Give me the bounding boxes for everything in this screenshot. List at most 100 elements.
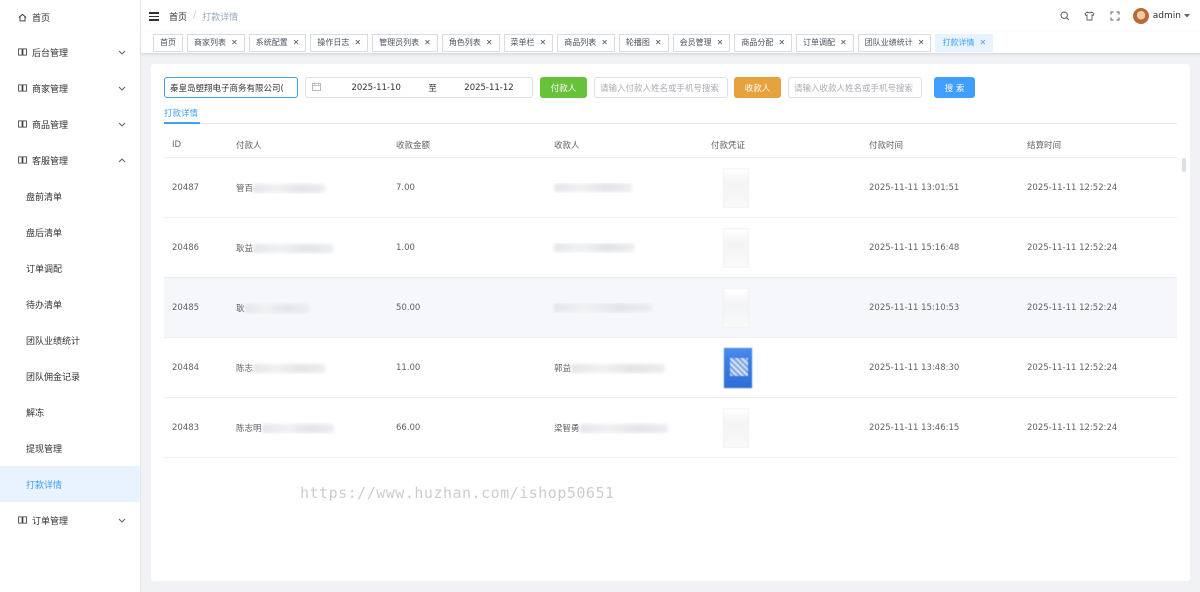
cell-id: 20483 — [164, 423, 228, 433]
cell-id-text: 20484 — [172, 362, 200, 373]
tab-12[interactable]: 团队业绩统计 ✕ — [857, 33, 932, 52]
close-icon[interactable]: ✕ — [979, 38, 986, 47]
tab-0[interactable]: 首页 — [153, 33, 183, 52]
tab-7[interactable]: 商品列表 ✕ — [557, 33, 615, 52]
tab-5[interactable]: 角色列表 ✕ — [441, 33, 500, 52]
tab-11[interactable]: 订单调配 ✕ — [796, 33, 854, 52]
tab-13[interactable]: 打款详情 ✕ — [935, 33, 994, 52]
close-icon[interactable]: ✕ — [778, 38, 785, 47]
chevron-down-icon — [118, 516, 126, 525]
tab-8[interactable]: 轮播图 ✕ — [618, 33, 669, 52]
voucher-image[interactable] — [723, 346, 753, 389]
sidebar-subitem-order-dispatch[interactable]: 订单调配 — [0, 250, 140, 286]
sidebar-item-label: 客服管理 — [32, 156, 69, 167]
cell-amount: 7.00 — [388, 183, 546, 193]
tab-label: 操作日志 — [317, 38, 350, 47]
sidebar-subitem-postorder[interactable]: 盘后清单 — [0, 214, 140, 250]
close-icon[interactable]: ✕ — [601, 38, 608, 47]
search-icon[interactable] — [1059, 10, 1071, 22]
close-icon[interactable]: ✕ — [540, 38, 547, 47]
sidebar-item-goods[interactable]: 商品管理 — [0, 106, 140, 142]
close-icon[interactable]: ✕ — [655, 38, 662, 47]
sidebar-item-orders[interactable]: 订单管理 — [0, 502, 140, 538]
cell-payee: 梁智勇 — [546, 422, 703, 434]
sidebar: 首页 后台管理 商家管理 商品管理 客服管理 盘前清单 盘后清单 订单调配 待办… — [0, 0, 141, 592]
table-row[interactable]: 20485 耿 50.00 2025-11-11 15:10:53 2025-11-11… — [164, 278, 1177, 338]
avatar[interactable] — [1132, 8, 1149, 24]
hamburger-icon[interactable] — [149, 11, 161, 21]
close-icon[interactable]: ✕ — [231, 38, 238, 47]
tab-label: 团队业绩统计 — [864, 38, 913, 47]
tab-label: 系统配置 — [255, 38, 288, 47]
chevron-down-icon — [118, 48, 126, 57]
sidebar-subitem-todo[interactable]: 待办清单 — [0, 286, 140, 322]
cell-settle-time-text: 2025-11-11 12:52:24 — [1027, 182, 1118, 193]
user-name[interactable]: admin — [1153, 11, 1181, 21]
sidebar-item-merchant[interactable]: 商家管理 — [0, 70, 140, 106]
tab-2[interactable]: 系统配置 ✕ — [248, 33, 307, 52]
table-body: 20487 管百 7.00 2025-11-11 13:01:51 2025-11-11… — [164, 158, 1177, 458]
cell-amount-text: 1.00 — [396, 242, 415, 253]
date-range-picker[interactable]: 2025-11-10 至 2025-11-12 — [305, 77, 533, 98]
cell-payer: 陈志 — [228, 362, 388, 374]
company-select[interactable]: 秦皇岛塑翔电子商务有限公司( — [164, 77, 298, 98]
cell-payer: 耿益 — [228, 242, 388, 254]
close-icon[interactable]: ✕ — [424, 38, 431, 47]
close-icon[interactable]: ✕ — [354, 38, 361, 47]
voucher-image[interactable] — [723, 227, 749, 268]
tab-1[interactable]: 商家列表 ✕ — [187, 33, 245, 52]
tab-3[interactable]: 操作日志 ✕ — [310, 33, 369, 52]
sidebar-subitem-payment-detail[interactable]: 打款详情 — [0, 466, 140, 502]
breadcrumb-home[interactable]: 首页 — [169, 10, 187, 23]
table-row[interactable]: 20486 耿益 1.00 2025-11-11 15:16:48 2025-11-11… — [164, 218, 1177, 278]
tab-4[interactable]: 管理员列表 ✕ — [372, 33, 438, 52]
cell-voucher — [703, 407, 861, 448]
close-icon[interactable]: ✕ — [486, 38, 493, 47]
tab-label: 订单调配 — [803, 38, 836, 47]
cell-payee: 郭益 — [546, 362, 703, 374]
shirt-icon[interactable] — [1084, 10, 1096, 22]
sidebar-item-home[interactable]: 首页 — [0, 0, 140, 34]
tab-payment-detail[interactable]: 打款详情 — [164, 107, 198, 119]
voucher-image[interactable] — [723, 407, 749, 448]
book-icon — [16, 156, 28, 164]
search-button[interactable]: 搜 索 — [934, 77, 975, 98]
table-row[interactable]: 20484 陈志 11.00 郭益 2025-11-11 13:48:30 2025-11… — [164, 338, 1177, 398]
tab-label: 商家列表 — [194, 38, 226, 47]
scrollbar-thumb[interactable] — [1182, 158, 1186, 172]
table-row[interactable]: 20487 管百 7.00 2025-11-11 13:01:51 2025-11-11… — [164, 158, 1177, 218]
sidebar-item-service[interactable]: 客服管理 — [0, 142, 140, 178]
sidebar-subitem-withdraw[interactable]: 提现管理 — [0, 430, 140, 466]
tab-10[interactable]: 商品分配 ✕ — [734, 33, 793, 52]
cell-voucher — [703, 227, 861, 268]
date-start[interactable]: 2025-11-10 — [338, 83, 414, 93]
date-end[interactable]: 2025-11-12 — [451, 83, 527, 93]
payer-search-input[interactable]: 请输入付款人姓名或手机号搜索 — [594, 77, 728, 98]
payee-button[interactable]: 收款人 — [734, 77, 781, 98]
sidebar-subitem-team-stats[interactable]: 团队业绩统计 — [0, 322, 140, 358]
redacted-text — [571, 363, 666, 373]
close-icon[interactable]: ✕ — [918, 38, 925, 47]
caret-down-icon[interactable] — [1184, 12, 1190, 20]
close-icon[interactable]: ✕ — [717, 38, 724, 47]
voucher-image[interactable] — [723, 167, 749, 208]
tab-9[interactable]: 会员管理 ✕ — [672, 33, 731, 52]
tab-6[interactable]: 菜单栏 ✕ — [503, 33, 554, 52]
redacted-text — [253, 183, 326, 193]
home-icon — [16, 13, 28, 22]
payer-button[interactable]: 付款人 — [540, 77, 587, 98]
voucher-image[interactable] — [723, 287, 749, 328]
table-row[interactable]: 20483 陈志明 66.00 梁智勇 2025-11-11 13:46:15 2025-… — [164, 398, 1177, 458]
cell-pay-time-text: 2025-11-11 13:01:51 — [869, 182, 960, 193]
close-icon[interactable]: ✕ — [293, 38, 300, 47]
fullscreen-icon[interactable] — [1109, 10, 1121, 22]
sidebar-item-label: 商品管理 — [32, 120, 69, 131]
sidebar-subitem-unfreeze[interactable]: 解冻 — [0, 394, 140, 430]
sidebar-subitem-preorder[interactable]: 盘前清单 — [0, 178, 140, 214]
close-icon[interactable]: ✕ — [840, 38, 847, 47]
sidebar-subitem-team-commission[interactable]: 团队佣金记录 — [0, 358, 140, 394]
tab-active-bar — [164, 122, 200, 124]
tab-label: 菜单栏 — [510, 38, 535, 47]
sidebar-item-backend[interactable]: 后台管理 — [0, 34, 140, 70]
payee-search-input[interactable]: 请输入收款人姓名或手机号搜索 — [788, 77, 922, 98]
